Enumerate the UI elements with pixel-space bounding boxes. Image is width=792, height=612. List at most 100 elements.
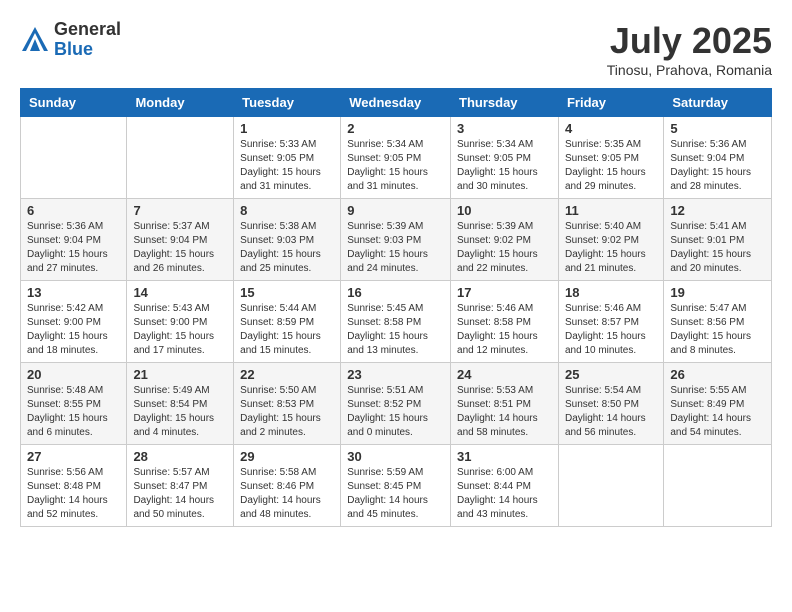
calendar-cell: 8 Sunrise: 5:38 AMSunset: 9:03 PMDayligh…: [234, 199, 341, 281]
calendar-cell: 18 Sunrise: 5:46 AMSunset: 8:57 PMDaylig…: [558, 281, 663, 363]
day-info: Sunrise: 5:37 AMSunset: 9:04 PMDaylight:…: [133, 220, 227, 276]
day-info: Sunrise: 5:34 AMSunset: 9:05 PMDaylight:…: [457, 138, 552, 194]
day-info: Sunrise: 5:55 AMSunset: 8:49 PMDaylight:…: [670, 384, 765, 440]
day-number: 7: [133, 203, 227, 218]
day-number: 10: [457, 203, 552, 218]
day-number: 11: [565, 203, 657, 218]
day-info: Sunrise: 5:33 AMSunset: 9:05 PMDaylight:…: [240, 138, 334, 194]
day-info: Sunrise: 5:56 AMSunset: 8:48 PMDaylight:…: [27, 466, 120, 522]
logo-general: General: [54, 20, 121, 40]
day-info: Sunrise: 5:48 AMSunset: 8:55 PMDaylight:…: [27, 384, 120, 440]
logo-icon: [20, 25, 50, 55]
calendar-cell: [21, 117, 127, 199]
calendar-cell: 17 Sunrise: 5:46 AMSunset: 8:58 PMDaylig…: [451, 281, 559, 363]
day-number: 26: [670, 367, 765, 382]
calendar-header-row: Sunday Monday Tuesday Wednesday Thursday…: [21, 89, 772, 117]
col-saturday: Saturday: [664, 89, 772, 117]
day-number: 22: [240, 367, 334, 382]
calendar-cell: 10 Sunrise: 5:39 AMSunset: 9:02 PMDaylig…: [451, 199, 559, 281]
calendar-cell: 20 Sunrise: 5:48 AMSunset: 8:55 PMDaylig…: [21, 363, 127, 445]
calendar-week-2: 6 Sunrise: 5:36 AMSunset: 9:04 PMDayligh…: [21, 199, 772, 281]
logo: General Blue: [20, 20, 121, 60]
calendar-cell: 19 Sunrise: 5:47 AMSunset: 8:56 PMDaylig…: [664, 281, 772, 363]
calendar-cell: 6 Sunrise: 5:36 AMSunset: 9:04 PMDayligh…: [21, 199, 127, 281]
calendar-cell: 4 Sunrise: 5:35 AMSunset: 9:05 PMDayligh…: [558, 117, 663, 199]
calendar-cell: 29 Sunrise: 5:58 AMSunset: 8:46 PMDaylig…: [234, 445, 341, 527]
day-number: 29: [240, 449, 334, 464]
day-number: 17: [457, 285, 552, 300]
day-number: 6: [27, 203, 120, 218]
day-number: 19: [670, 285, 765, 300]
col-monday: Monday: [127, 89, 234, 117]
day-number: 1: [240, 121, 334, 136]
calendar-cell: 16 Sunrise: 5:45 AMSunset: 8:58 PMDaylig…: [341, 281, 451, 363]
day-number: 25: [565, 367, 657, 382]
calendar-cell: 11 Sunrise: 5:40 AMSunset: 9:02 PMDaylig…: [558, 199, 663, 281]
calendar-cell: 23 Sunrise: 5:51 AMSunset: 8:52 PMDaylig…: [341, 363, 451, 445]
day-number: 24: [457, 367, 552, 382]
day-info: Sunrise: 5:45 AMSunset: 8:58 PMDaylight:…: [347, 302, 444, 358]
day-info: Sunrise: 5:39 AMSunset: 9:03 PMDaylight:…: [347, 220, 444, 276]
calendar-cell: 12 Sunrise: 5:41 AMSunset: 9:01 PMDaylig…: [664, 199, 772, 281]
day-info: Sunrise: 5:47 AMSunset: 8:56 PMDaylight:…: [670, 302, 765, 358]
day-number: 27: [27, 449, 120, 464]
calendar-cell: 21 Sunrise: 5:49 AMSunset: 8:54 PMDaylig…: [127, 363, 234, 445]
day-info: Sunrise: 5:59 AMSunset: 8:45 PMDaylight:…: [347, 466, 444, 522]
day-info: Sunrise: 5:35 AMSunset: 9:05 PMDaylight:…: [565, 138, 657, 194]
day-info: Sunrise: 5:46 AMSunset: 8:58 PMDaylight:…: [457, 302, 552, 358]
calendar-cell: [558, 445, 663, 527]
day-info: Sunrise: 5:39 AMSunset: 9:02 PMDaylight:…: [457, 220, 552, 276]
logo-blue: Blue: [54, 40, 121, 60]
calendar-cell: 5 Sunrise: 5:36 AMSunset: 9:04 PMDayligh…: [664, 117, 772, 199]
day-number: 2: [347, 121, 444, 136]
col-wednesday: Wednesday: [341, 89, 451, 117]
day-number: 31: [457, 449, 552, 464]
col-thursday: Thursday: [451, 89, 559, 117]
day-info: Sunrise: 5:43 AMSunset: 9:00 PMDaylight:…: [133, 302, 227, 358]
day-info: Sunrise: 5:51 AMSunset: 8:52 PMDaylight:…: [347, 384, 444, 440]
day-info: Sunrise: 6:00 AMSunset: 8:44 PMDaylight:…: [457, 466, 552, 522]
calendar-week-3: 13 Sunrise: 5:42 AMSunset: 9:00 PMDaylig…: [21, 281, 772, 363]
calendar-cell: 31 Sunrise: 6:00 AMSunset: 8:44 PMDaylig…: [451, 445, 559, 527]
calendar-cell: 22 Sunrise: 5:50 AMSunset: 8:53 PMDaylig…: [234, 363, 341, 445]
calendar-cell: [127, 117, 234, 199]
calendar-cell: 1 Sunrise: 5:33 AMSunset: 9:05 PMDayligh…: [234, 117, 341, 199]
calendar-cell: 24 Sunrise: 5:53 AMSunset: 8:51 PMDaylig…: [451, 363, 559, 445]
calendar-cell: 28 Sunrise: 5:57 AMSunset: 8:47 PMDaylig…: [127, 445, 234, 527]
day-info: Sunrise: 5:40 AMSunset: 9:02 PMDaylight:…: [565, 220, 657, 276]
calendar-cell: 13 Sunrise: 5:42 AMSunset: 9:00 PMDaylig…: [21, 281, 127, 363]
calendar-cell: 7 Sunrise: 5:37 AMSunset: 9:04 PMDayligh…: [127, 199, 234, 281]
day-number: 30: [347, 449, 444, 464]
day-info: Sunrise: 5:54 AMSunset: 8:50 PMDaylight:…: [565, 384, 657, 440]
month-title: July 2025: [607, 20, 772, 62]
calendar-cell: 9 Sunrise: 5:39 AMSunset: 9:03 PMDayligh…: [341, 199, 451, 281]
page-header: General Blue July 2025 Tinosu, Prahova, …: [20, 20, 772, 78]
title-section: July 2025 Tinosu, Prahova, Romania: [607, 20, 772, 78]
calendar-cell: 2 Sunrise: 5:34 AMSunset: 9:05 PMDayligh…: [341, 117, 451, 199]
calendar-cell: 14 Sunrise: 5:43 AMSunset: 9:00 PMDaylig…: [127, 281, 234, 363]
day-info: Sunrise: 5:36 AMSunset: 9:04 PMDaylight:…: [27, 220, 120, 276]
day-number: 3: [457, 121, 552, 136]
day-number: 28: [133, 449, 227, 464]
day-number: 14: [133, 285, 227, 300]
calendar-week-5: 27 Sunrise: 5:56 AMSunset: 8:48 PMDaylig…: [21, 445, 772, 527]
day-number: 8: [240, 203, 334, 218]
calendar-cell: 15 Sunrise: 5:44 AMSunset: 8:59 PMDaylig…: [234, 281, 341, 363]
day-number: 21: [133, 367, 227, 382]
col-sunday: Sunday: [21, 89, 127, 117]
day-number: 18: [565, 285, 657, 300]
day-info: Sunrise: 5:49 AMSunset: 8:54 PMDaylight:…: [133, 384, 227, 440]
calendar: Sunday Monday Tuesday Wednesday Thursday…: [20, 88, 772, 527]
day-info: Sunrise: 5:38 AMSunset: 9:03 PMDaylight:…: [240, 220, 334, 276]
day-number: 9: [347, 203, 444, 218]
location: Tinosu, Prahova, Romania: [607, 62, 772, 78]
day-number: 4: [565, 121, 657, 136]
calendar-week-1: 1 Sunrise: 5:33 AMSunset: 9:05 PMDayligh…: [21, 117, 772, 199]
calendar-week-4: 20 Sunrise: 5:48 AMSunset: 8:55 PMDaylig…: [21, 363, 772, 445]
day-number: 23: [347, 367, 444, 382]
calendar-cell: 25 Sunrise: 5:54 AMSunset: 8:50 PMDaylig…: [558, 363, 663, 445]
calendar-cell: 30 Sunrise: 5:59 AMSunset: 8:45 PMDaylig…: [341, 445, 451, 527]
day-number: 20: [27, 367, 120, 382]
day-number: 13: [27, 285, 120, 300]
day-info: Sunrise: 5:42 AMSunset: 9:00 PMDaylight:…: [27, 302, 120, 358]
